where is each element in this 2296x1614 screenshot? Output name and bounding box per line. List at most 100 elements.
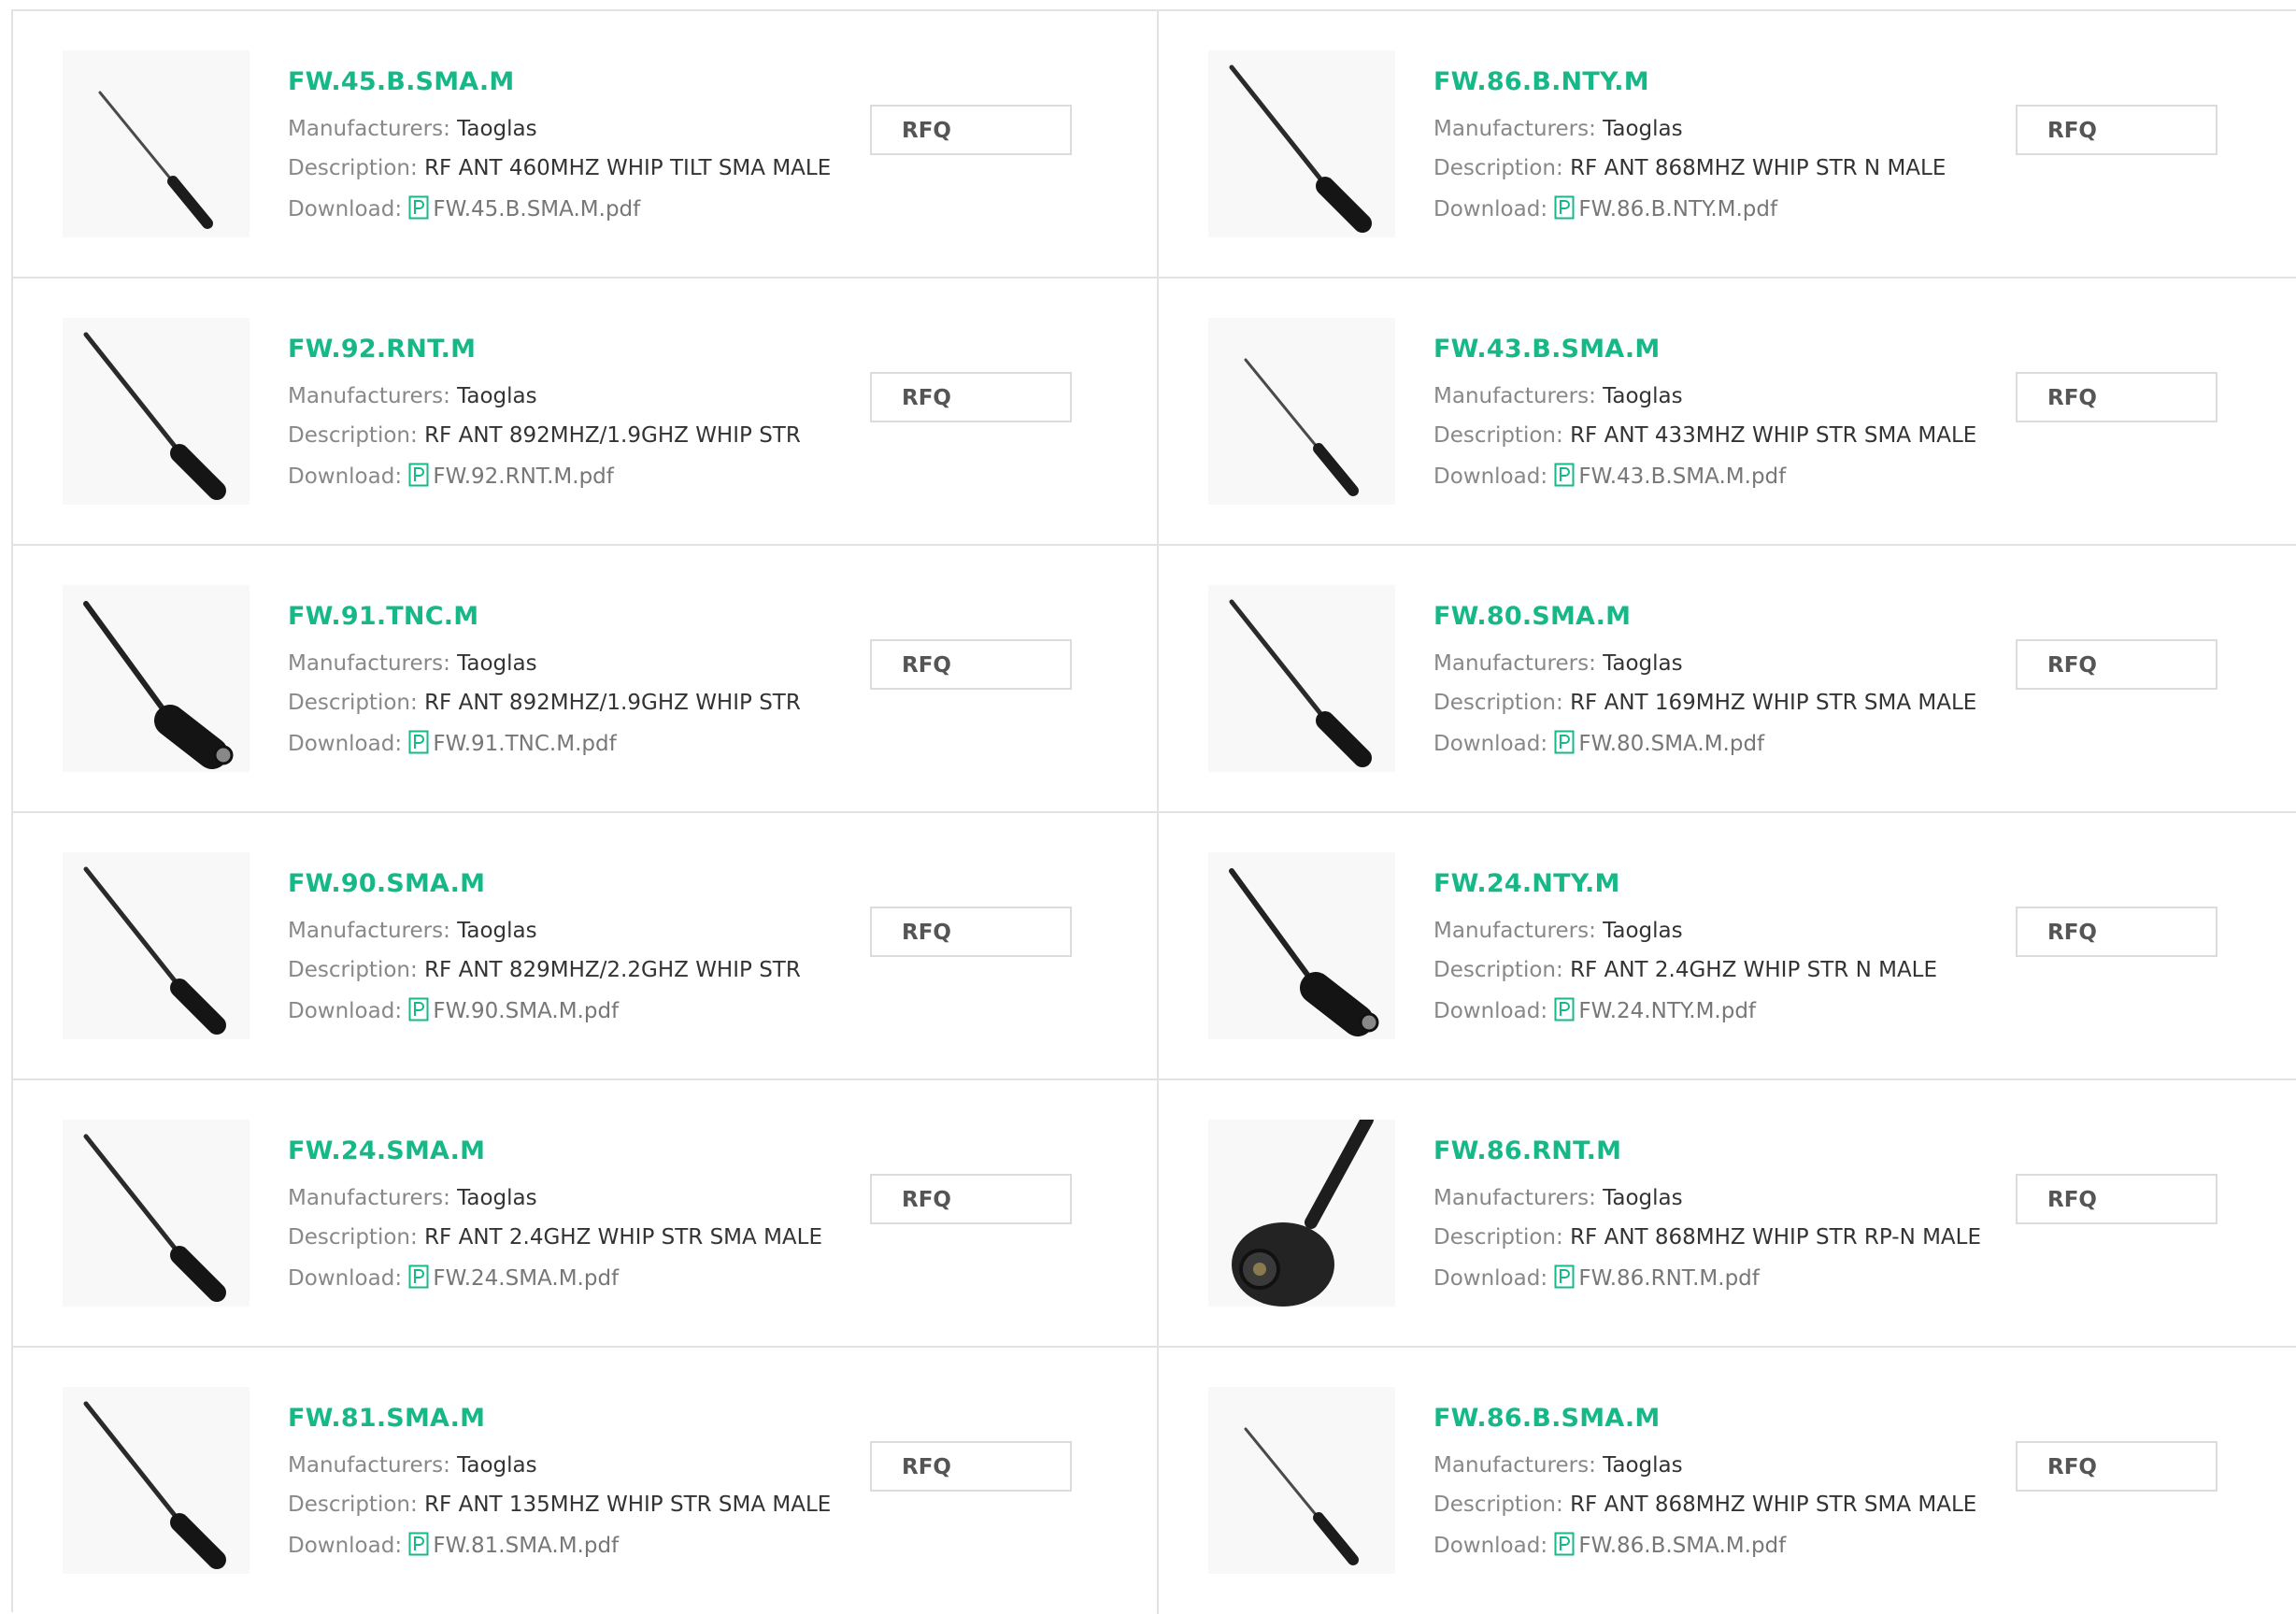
- product-title-link[interactable]: FW.92.RNT.M: [288, 335, 476, 364]
- product-image[interactable]: [63, 50, 250, 237]
- download-row: Download: FW.24.NTY.M.pdf: [1433, 997, 1756, 1023]
- product-title-link[interactable]: FW.24.NTY.M: [1433, 869, 1620, 898]
- pdf-icon: [408, 997, 429, 1021]
- manufacturer-row: Manufacturers: Taoglas: [288, 919, 537, 943]
- datasheet-download-link[interactable]: FW.43.B.SMA.M.pdf: [1554, 463, 1787, 489]
- product-image[interactable]: [63, 585, 250, 772]
- rfq-button[interactable]: RFQ: [2016, 1174, 2218, 1224]
- product-title-link[interactable]: FW.43.B.SMA.M: [1433, 335, 1660, 364]
- product-image[interactable]: [63, 852, 250, 1039]
- datasheet-download-link[interactable]: FW.24.NTY.M.pdf: [1554, 997, 1756, 1023]
- product-image[interactable]: [1208, 318, 1395, 505]
- product-image[interactable]: [1208, 1120, 1395, 1307]
- rfq-button[interactable]: RFQ: [2016, 907, 2218, 957]
- product-card: FW.81.SMA.M Manufacturers: Taoglas Descrip…: [13, 1348, 1159, 1614]
- datasheet-download-link[interactable]: FW.90.SMA.M.pdf: [408, 997, 620, 1023]
- datasheet-filename: FW.80.SMA.M.pdf: [1578, 732, 1765, 756]
- manufacturer-value: Taoglas: [1603, 919, 1683, 943]
- download-row: Download: FW.43.B.SMA.M.pdf: [1433, 463, 1786, 489]
- product-image[interactable]: [1208, 1387, 1395, 1574]
- description-value: RF ANT 868MHZ WHIP STR SMA MALE: [1570, 1493, 1977, 1517]
- datasheet-download-link[interactable]: FW.24.SMA.M.pdf: [408, 1264, 619, 1291]
- rfq-button[interactable]: RFQ: [2016, 372, 2218, 422]
- product-image[interactable]: [1208, 852, 1395, 1039]
- product-title-link[interactable]: FW.80.SMA.M: [1433, 602, 1631, 631]
- rfq-button[interactable]: RFQ: [870, 1441, 1072, 1492]
- datasheet-download-link[interactable]: FW.91.TNC.M.pdf: [408, 730, 617, 756]
- description-label: Description:: [1433, 1225, 1563, 1250]
- pdf-icon: [408, 1264, 429, 1289]
- product-title-link[interactable]: FW.91.TNC.M: [288, 602, 478, 631]
- description-row: Description: RF ANT 868MHZ WHIP STR RP-N…: [1433, 1225, 1981, 1250]
- manufacturer-label: Manufacturers:: [1433, 384, 1596, 408]
- rfq-button[interactable]: RFQ: [870, 639, 1072, 690]
- description-row: Description: RF ANT 2.4GHZ WHIP STR SMA …: [288, 1225, 822, 1250]
- rfq-button[interactable]: RFQ: [2016, 105, 2218, 155]
- product-card: FW.80.SMA.M Manufacturers: Taoglas Descrip…: [1159, 546, 2296, 813]
- product-image[interactable]: [63, 1120, 250, 1307]
- datasheet-download-link[interactable]: FW.45.B.SMA.M.pdf: [408, 195, 640, 221]
- datasheet-filename: FW.81.SMA.M.pdf: [433, 1534, 620, 1558]
- description-value: RF ANT 433MHZ WHIP STR SMA MALE: [1570, 423, 1977, 448]
- product-card: FW.86.B.SMA.M Manufacturers: Taoglas Descr…: [1159, 1348, 2296, 1614]
- pdf-icon: [1554, 463, 1575, 487]
- manufacturer-row: Manufacturers: Taoglas: [1433, 117, 1683, 141]
- description-value: RF ANT 2.4GHZ WHIP STR N MALE: [1570, 958, 1938, 982]
- datasheet-download-link[interactable]: FW.80.SMA.M.pdf: [1554, 730, 1765, 756]
- description-row: Description: RF ANT 433MHZ WHIP STR SMA …: [1433, 423, 1976, 448]
- description-row: Description: RF ANT 868MHZ WHIP STR N MA…: [1433, 156, 1946, 180]
- pdf-icon: [1554, 730, 1575, 754]
- product-image[interactable]: [1208, 585, 1395, 772]
- description-label: Description:: [288, 1493, 418, 1517]
- product-title-link[interactable]: FW.81.SMA.M: [288, 1404, 485, 1433]
- datasheet-download-link[interactable]: FW.86.RNT.M.pdf: [1554, 1264, 1760, 1291]
- description-row: Description: RF ANT 169MHZ WHIP STR SMA …: [1433, 691, 1976, 715]
- product-title-link[interactable]: FW.86.B.SMA.M: [1433, 1404, 1660, 1433]
- download-row: Download: FW.81.SMA.M.pdf: [288, 1532, 619, 1558]
- rfq-button[interactable]: RFQ: [2016, 1441, 2218, 1492]
- rfq-button[interactable]: RFQ: [2016, 639, 2218, 690]
- download-label: Download:: [288, 464, 403, 489]
- manufacturer-row: Manufacturers: Taoglas: [288, 384, 537, 408]
- description-value: RF ANT 868MHZ WHIP STR N MALE: [1570, 156, 1947, 180]
- manufacturer-value: Taoglas: [457, 651, 537, 676]
- description-row: Description: RF ANT 868MHZ WHIP STR SMA …: [1433, 1493, 1976, 1517]
- rfq-button[interactable]: RFQ: [870, 105, 1072, 155]
- rfq-button[interactable]: RFQ: [870, 907, 1072, 957]
- pdf-icon: [1554, 997, 1575, 1021]
- rfq-button[interactable]: RFQ: [870, 372, 1072, 422]
- description-label: Description:: [1433, 156, 1563, 180]
- datasheet-download-link[interactable]: FW.86.B.SMA.M.pdf: [1554, 1532, 1786, 1558]
- manufacturer-row: Manufacturers: Taoglas: [1433, 1453, 1683, 1478]
- manufacturer-label: Manufacturers:: [1433, 1186, 1596, 1210]
- download-label: Download:: [1433, 1266, 1548, 1291]
- description-value: RF ANT 892MHZ/1.9GHZ WHIP STR: [424, 691, 801, 715]
- product-title-link[interactable]: FW.86.RNT.M: [1433, 1136, 1621, 1165]
- download-label: Download:: [288, 197, 403, 221]
- product-card: FW.86.RNT.M Manufacturers: Taoglas Descrip…: [1159, 1080, 2296, 1348]
- product-title-link[interactable]: FW.90.SMA.M: [288, 869, 485, 898]
- product-title-link[interactable]: FW.24.SMA.M: [288, 1136, 485, 1165]
- rfq-button[interactable]: RFQ: [870, 1174, 1072, 1224]
- product-image[interactable]: [1208, 50, 1395, 237]
- datasheet-download-link[interactable]: FW.92.RNT.M.pdf: [408, 463, 614, 489]
- product-image[interactable]: [63, 318, 250, 505]
- download-row: Download: FW.80.SMA.M.pdf: [1433, 730, 1764, 756]
- datasheet-download-link[interactable]: FW.81.SMA.M.pdf: [408, 1532, 620, 1558]
- datasheet-download-link[interactable]: FW.86.B.NTY.M.pdf: [1554, 195, 1778, 221]
- datasheet-filename: FW.90.SMA.M.pdf: [433, 999, 620, 1023]
- download-label: Download:: [1433, 1534, 1548, 1558]
- description-value: RF ANT 169MHZ WHIP STR SMA MALE: [1570, 691, 1977, 715]
- datasheet-filename: FW.86.B.NTY.M.pdf: [1578, 197, 1778, 221]
- product-title-link[interactable]: FW.86.B.NTY.M: [1433, 67, 1649, 96]
- download-label: Download:: [288, 1266, 403, 1291]
- description-row: Description: RF ANT 2.4GHZ WHIP STR N MA…: [1433, 958, 1937, 982]
- datasheet-filename: FW.43.B.SMA.M.pdf: [1578, 464, 1787, 489]
- product-image[interactable]: [63, 1387, 250, 1574]
- manufacturer-label: Manufacturers:: [288, 919, 450, 943]
- pdf-icon: [408, 195, 429, 220]
- manufacturer-value: Taoglas: [1603, 651, 1683, 676]
- product-title-link[interactable]: FW.45.B.SMA.M: [288, 67, 514, 96]
- description-label: Description:: [1433, 691, 1563, 715]
- pdf-icon: [1554, 195, 1575, 220]
